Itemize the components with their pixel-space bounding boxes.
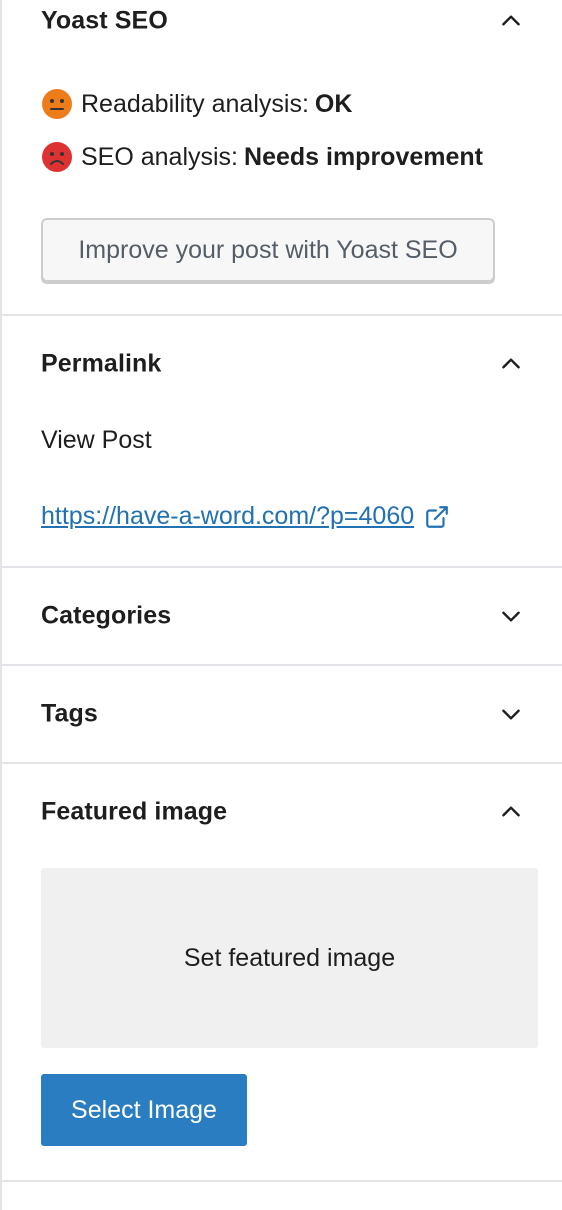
featured-image-panel-header[interactable]: Featured image <box>2 764 562 860</box>
document-sidebar: Yoast SEO Readability analysis: OK SEO a… <box>0 0 562 1210</box>
select-image-button[interactable]: Select Image <box>41 1074 247 1146</box>
readability-analysis-row: Readability analysis: OK <box>41 88 352 120</box>
permalink-panel: Permalink View Post https://have-a-word.… <box>2 316 562 568</box>
chevron-up-icon[interactable] <box>496 6 526 36</box>
featured-image-panel-title: Featured image <box>41 797 228 826</box>
chevron-down-icon[interactable] <box>496 699 526 729</box>
categories-panel: Categories <box>2 568 562 666</box>
external-link-icon[interactable] <box>424 504 450 530</box>
tags-panel-header[interactable]: Tags <box>2 666 562 762</box>
readability-label: Readability analysis: <box>81 89 309 118</box>
tags-panel: Tags <box>2 666 562 764</box>
categories-panel-header[interactable]: Categories <box>2 568 562 664</box>
yoast-seo-panel-header[interactable]: Yoast SEO <box>2 0 562 42</box>
readability-status: OK <box>314 89 353 118</box>
permalink-url-text[interactable]: https://have-a-word.com/?p=4060 <box>41 502 414 531</box>
set-featured-image-button[interactable]: Set featured image <box>41 868 538 1048</box>
improve-with-yoast-button[interactable]: Improve your post with Yoast SEO <box>41 218 495 282</box>
permalink-panel-title: Permalink <box>41 349 162 378</box>
seo-label: SEO analysis: <box>81 142 239 171</box>
yoast-seo-panel: Yoast SEO Readability analysis: OK SEO a… <box>2 0 562 316</box>
permalink-panel-header[interactable]: Permalink <box>2 316 562 412</box>
categories-panel-title: Categories <box>41 601 172 630</box>
yoast-seo-panel-title: Yoast SEO <box>41 6 168 35</box>
chevron-up-icon[interactable] <box>496 349 526 379</box>
tags-panel-title: Tags <box>41 699 98 728</box>
neutral-face-icon <box>41 88 73 120</box>
seo-analysis-row: SEO analysis: Needs improvement <box>41 141 483 173</box>
chevron-down-icon[interactable] <box>496 601 526 631</box>
featured-image-panel: Featured image Set featured image Select… <box>2 764 562 1182</box>
view-post-label: View Post <box>41 426 152 454</box>
chevron-up-icon[interactable] <box>496 797 526 827</box>
permalink-url-link[interactable]: https://have-a-word.com/?p=4060 <box>41 502 450 531</box>
seo-status: Needs improvement <box>244 142 483 171</box>
sad-face-icon <box>41 141 73 173</box>
